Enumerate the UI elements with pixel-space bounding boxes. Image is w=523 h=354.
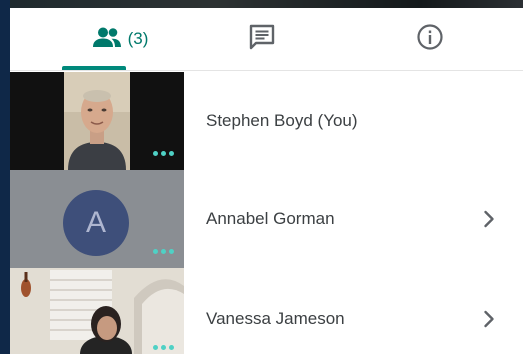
more-dots-icon[interactable] xyxy=(153,345,174,350)
participant-row[interactable]: Stephen Boyd (You) xyxy=(10,72,523,170)
participant-row[interactable]: A Annabel Gorman xyxy=(10,170,523,268)
participant-row[interactable]: Vanessa Jameson xyxy=(10,268,523,354)
more-dots-icon[interactable] xyxy=(153,151,174,156)
people-icon xyxy=(92,26,122,53)
avatar: A xyxy=(63,190,129,256)
tab-people[interactable]: (3) xyxy=(60,8,180,70)
info-icon xyxy=(416,23,444,56)
participant-name: Annabel Gorman xyxy=(206,209,335,228)
panel-tabbar: (3) xyxy=(10,8,523,71)
chevron-right-icon[interactable] xyxy=(483,272,495,354)
more-dots-icon[interactable] xyxy=(153,249,174,254)
participant-video-tile xyxy=(10,72,184,170)
participant-count: (3) xyxy=(127,29,149,48)
video-strip-edge xyxy=(10,0,523,8)
participant-avatar-tile: A xyxy=(10,170,184,268)
participant-video-tile xyxy=(10,268,184,354)
sidebar-edge xyxy=(0,0,10,354)
participants-panel: (3) Stephen Boyd (You) A Annabel Gorman … xyxy=(0,0,523,354)
chat-icon xyxy=(248,24,276,55)
tab-info[interactable] xyxy=(405,8,455,70)
participant-name: Stephen Boyd (You) xyxy=(206,111,358,130)
active-tab-indicator xyxy=(62,66,126,70)
participant-video xyxy=(10,268,184,354)
tab-chat[interactable] xyxy=(232,8,292,70)
participant-name: Vanessa Jameson xyxy=(206,309,345,328)
chevron-right-icon[interactable] xyxy=(483,170,495,268)
